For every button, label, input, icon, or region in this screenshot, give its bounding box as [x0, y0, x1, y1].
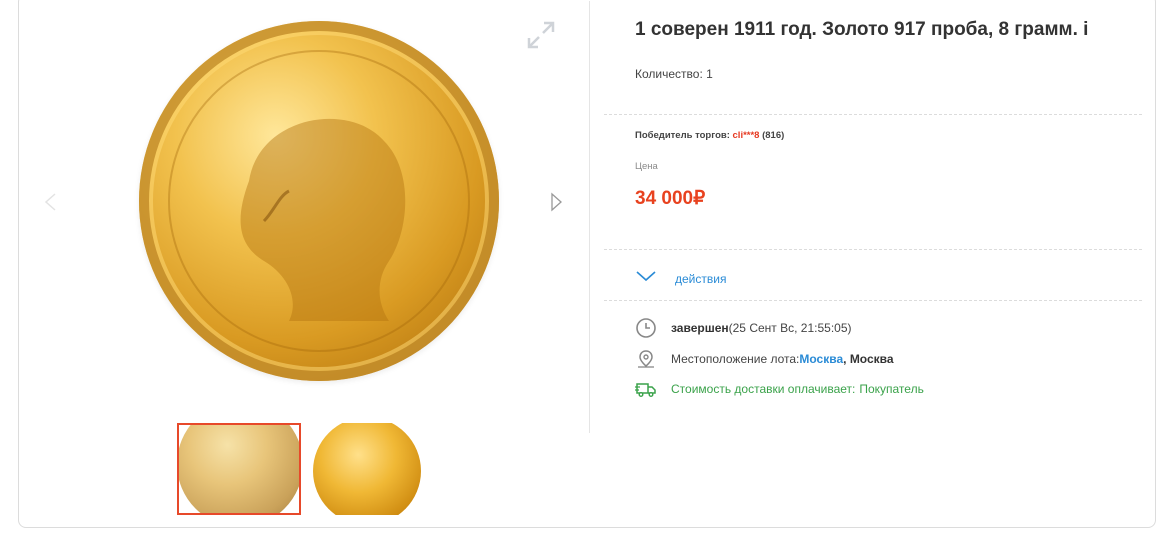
thumbnail-obverse[interactable] — [177, 423, 301, 515]
quantity: Количество: 1 — [635, 67, 713, 81]
map-pin-icon — [635, 348, 657, 370]
status-bold: завершен — [671, 321, 729, 335]
divider — [604, 249, 1142, 250]
winner-name[interactable]: cli***8 — [733, 130, 760, 141]
location-city-link[interactable]: Москва — [799, 352, 843, 366]
status-date: (25 Сент Вс, 21:55:05) — [728, 321, 852, 335]
delivery-value: Покупатель — [859, 382, 924, 396]
image-gallery — [19, 0, 607, 530]
thumbnail-reverse[interactable] — [311, 423, 427, 515]
chevron-down-icon — [635, 269, 657, 288]
location-separator: , — [843, 352, 850, 366]
truck-icon — [635, 378, 657, 400]
lot-location: Местоположение лота: Москва , Москва — [635, 348, 894, 370]
thumbnail-coin-obverse — [179, 425, 299, 513]
chevron-left-icon[interactable] — [41, 191, 59, 218]
clock-icon — [635, 317, 657, 339]
thumbnail-coin-reverse — [313, 423, 421, 515]
location-label: Местоположение лота: — [671, 352, 800, 366]
delivery-info: Стоимость доставки оплачивает: Покупател… — [635, 378, 924, 400]
lot-card: 1 соверен 1911 год. Золото 917 проба, 8 … — [18, 0, 1156, 528]
quantity-label: Количество: — [635, 67, 703, 81]
actions-label: действия — [675, 271, 727, 286]
quantity-value: 1 — [706, 67, 713, 81]
price-label: Цена — [635, 161, 658, 172]
main-product-image[interactable] — [123, 9, 515, 401]
delivery-label: Стоимость доставки оплачивает: — [671, 382, 856, 396]
chevron-right-icon[interactable] — [547, 191, 565, 218]
divider — [604, 300, 1142, 301]
auction-winner: Победитель торгов: cli***8 (816) — [635, 130, 784, 141]
price-value: 34 000₽ — [635, 188, 706, 209]
column-divider — [589, 1, 590, 433]
coin-obverse-image — [139, 21, 499, 381]
expand-icon[interactable] — [523, 17, 559, 53]
winner-rating: (816) — [762, 130, 785, 141]
divider — [604, 114, 1142, 115]
location-region: Москва — [849, 352, 894, 366]
actions-dropdown[interactable]: действия — [635, 269, 726, 288]
winner-label: Победитель торгов: — [635, 130, 730, 141]
lot-status: завершен (25 Сент Вс, 21:55:05) — [635, 317, 852, 339]
product-title: 1 соверен 1911 год. Золото 917 проба, 8 … — [635, 19, 1089, 40]
